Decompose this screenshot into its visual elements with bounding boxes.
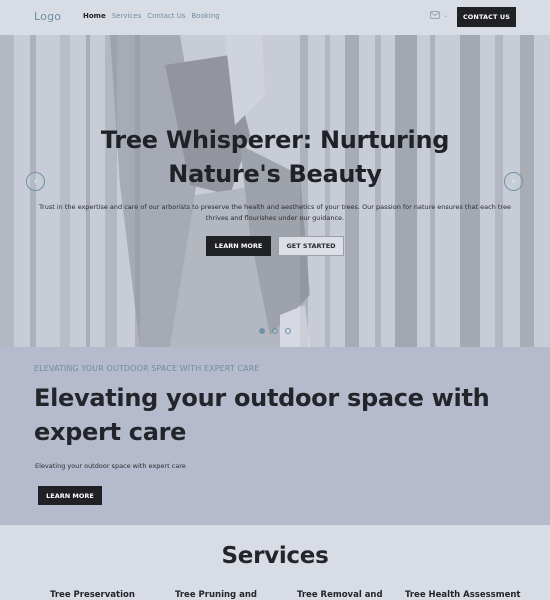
about-learn-more-button[interactable]: LEARN MORE [38,486,102,505]
nav-item-booking[interactable]: Booking [191,12,219,20]
service-item-tree-preservation[interactable]: Tree Preservation [50,590,135,600]
service-item-tree-pruning[interactable]: Tree Pruning and [175,590,257,600]
services-title: Services [221,543,329,569]
hero-buttons: LEARN MORE GET STARTED [0,236,550,256]
nav-item-home[interactable]: Home [83,12,106,20]
slider-dot-3[interactable] [285,328,291,334]
service-item-tree-removal[interactable]: Tree Removal and [297,590,383,600]
service-item-tree-health-assessment[interactable]: Tree Health Assessment [405,590,520,600]
nav-item-services[interactable]: Services [112,12,142,20]
slider-dot-1[interactable] [259,328,265,334]
hero-description: Trust in the expertise and care of our a… [39,203,511,222]
logo[interactable]: Logo [34,10,61,23]
services-section: Services Tree Preservation Tree Pruning … [0,525,550,600]
contact-us-button[interactable]: CONTACT US [457,7,516,27]
nav-item-contact-us[interactable]: Contact Us [147,12,185,20]
slider-dot-2[interactable] [272,328,278,334]
about-text: Elevating your outdoor space with expert… [35,462,186,470]
chevron-down-icon: ⌄ [443,11,449,19]
flag-icon [430,11,440,19]
hero-slider: ‹ › Tree Whisperer: Nurturing Nature's B… [0,35,550,347]
about-section: ELEVATING YOUR OUTDOOR SPACE WITH EXPERT… [0,347,550,525]
slider-pagination [0,328,550,334]
about-eyebrow: ELEVATING YOUR OUTDOOR SPACE WITH EXPERT… [34,364,260,373]
about-title: Elevating your outdoor space with expert… [34,384,490,446]
learn-more-button[interactable]: LEARN MORE [206,236,271,256]
site-header: Logo Home Services Contact Us Booking ⌄ … [0,0,550,35]
hero-title: Tree Whisperer: Nurturing Nature's Beaut… [100,126,450,188]
hero-overlay [0,35,550,347]
main-nav: Home Services Contact Us Booking [83,12,220,20]
get-started-button[interactable]: GET STARTED [278,236,344,256]
language-selector[interactable]: ⌄ [430,11,448,19]
